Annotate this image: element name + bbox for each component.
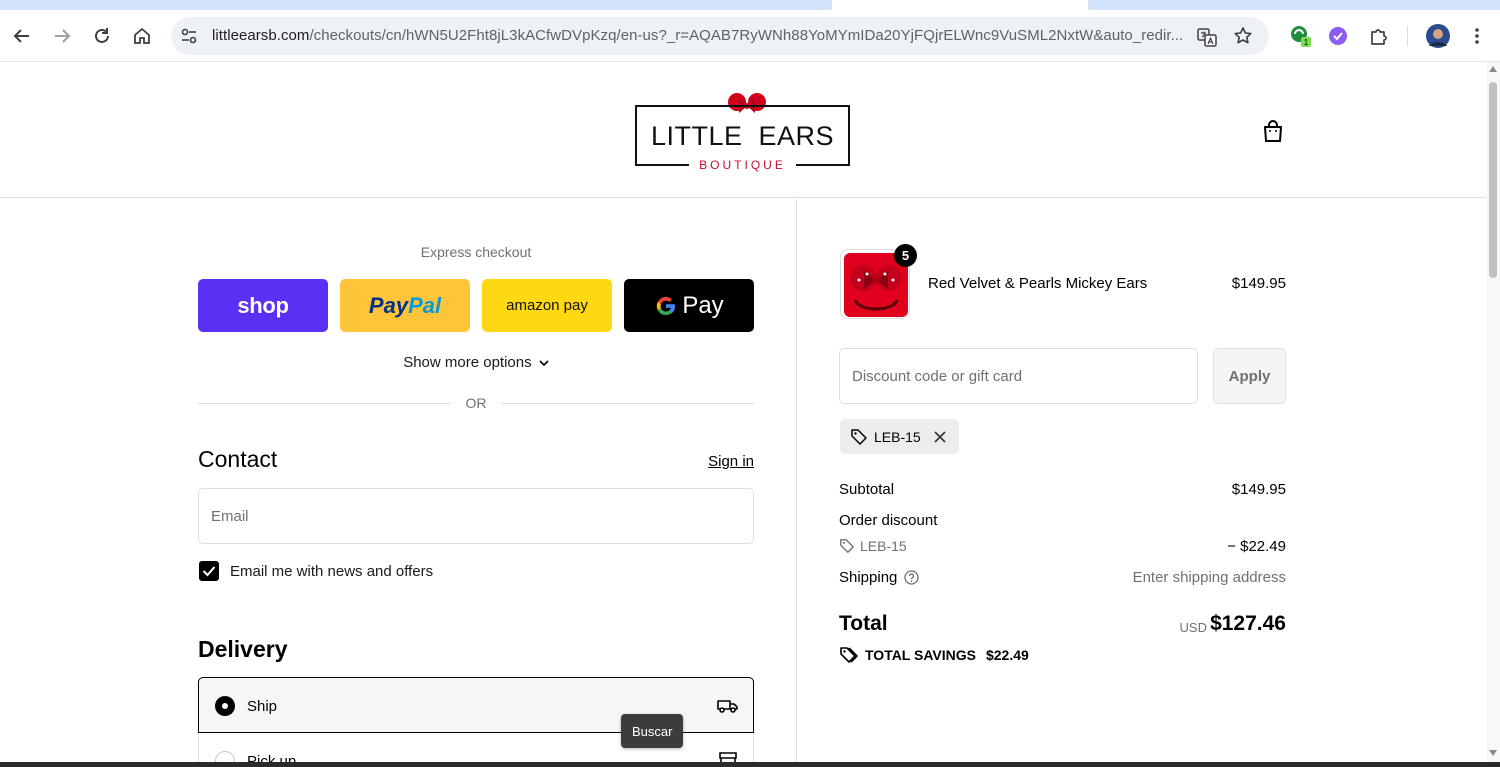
svg-text:1: 1 <box>1304 38 1309 47</box>
savings-tag-icon <box>840 647 858 663</box>
product-name: Red Velvet & Pearls Mickey Ears <box>928 275 1148 292</box>
scroll-up-arrow-icon[interactable] <box>1489 66 1497 72</box>
apply-button[interactable]: Apply <box>1213 348 1286 404</box>
discount-code-row: LEB-15 <box>839 538 907 554</box>
browser-menu-icon[interactable] <box>1463 22 1491 50</box>
shop-pay-button[interactable]: shop <box>198 279 328 332</box>
discount-input[interactable] <box>852 349 1185 403</box>
tab-inactive-left[interactable] <box>0 0 832 10</box>
help-question-icon[interactable] <box>904 570 920 585</box>
url-text[interactable]: littleearsb.com/checkouts/cn/hWN5U2Fht8j… <box>212 27 1183 44</box>
reload-icon[interactable] <box>88 22 116 50</box>
google-pay-label: Pay <box>682 291 724 319</box>
ship-label: Ship <box>247 698 278 715</box>
store-logo[interactable]: LITTLE EARS BOUTIQUE <box>635 88 850 174</box>
google-g-icon <box>657 296 676 315</box>
order-discount-label: Order discount <box>839 512 938 529</box>
chevron-down-icon <box>539 360 549 367</box>
tag-icon <box>851 428 867 445</box>
site-info-icon[interactable] <box>179 26 199 46</box>
show-more-options-button[interactable]: Show more options <box>198 354 754 371</box>
news-offers-label[interactable]: Email me with news and offers <box>230 563 433 580</box>
shipping-label: Shipping <box>839 569 898 586</box>
news-offers-checkbox[interactable] <box>199 561 219 581</box>
extensions-puzzle-icon[interactable] <box>1365 22 1393 50</box>
discount-tag-icon <box>840 539 854 553</box>
extension-purple-icon[interactable] <box>1324 22 1352 50</box>
discount-field[interactable] <box>839 348 1198 404</box>
email-field[interactable] <box>198 488 754 544</box>
search-tooltip: Buscar <box>621 714 684 748</box>
discount-code-label: LEB-15 <box>860 538 907 554</box>
sign-in-link[interactable]: Sign in <box>690 453 754 470</box>
address-bar[interactable]: littleearsb.com/checkouts/cn/hWN5U2Fht8j… <box>171 17 1269 55</box>
profile-avatar[interactable] <box>1424 22 1452 50</box>
paypal-button[interactable]: Pay Pal <box>340 279 470 332</box>
email-input[interactable] <box>211 489 741 543</box>
subtotal-value: $149.95 <box>1231 481 1286 498</box>
toolbar-separator <box>1407 26 1408 46</box>
cart-bag-icon[interactable] <box>1262 119 1284 143</box>
checkout-page: LITTLE EARS BOUTIQUE Express checkout sh… <box>0 62 1486 767</box>
savings-amount: $22.49 <box>985 647 1029 663</box>
window-bottom-edge <box>0 762 1500 767</box>
tab-active[interactable] <box>832 0 1088 10</box>
total-value: $127.46 <box>1210 612 1286 635</box>
contact-heading: Contact <box>198 446 278 472</box>
ship-radio[interactable] <box>215 696 235 716</box>
total-label: Total <box>839 612 888 635</box>
logo-subtitle: BOUTIQUE <box>689 158 796 172</box>
remove-code-close-icon[interactable] <box>933 430 947 444</box>
checkmark-icon <box>202 566 216 577</box>
bookmark-star-icon[interactable] <box>1232 25 1254 47</box>
scrollbar-thumb[interactable] <box>1489 82 1497 278</box>
column-divider <box>796 199 797 767</box>
paypal-label-a: Pay <box>368 292 409 318</box>
truck-icon <box>717 694 739 716</box>
back-icon[interactable] <box>8 22 36 50</box>
logo-title: LITTLE EARS <box>650 121 835 151</box>
scroll-down-arrow-icon[interactable] <box>1489 750 1497 756</box>
discount-amount: − $22.49 <box>1227 538 1286 555</box>
tab-strip <box>0 0 1500 10</box>
or-label: OR <box>465 395 487 411</box>
browser-toolbar: littleearsb.com/checkouts/cn/hWN5U2Fht8j… <box>0 10 1500 62</box>
extension-green-icon[interactable]: 1 <box>1287 22 1315 50</box>
subtotal-label: Subtotal <box>839 481 895 498</box>
product-price: $149.95 <box>1231 275 1286 292</box>
savings-label: TOTAL SAVINGS <box>865 647 976 663</box>
amazon-pay-label: amazon pay <box>506 297 588 314</box>
google-pay-button[interactable]: Pay <box>624 279 754 332</box>
translate-icon[interactable] <box>1196 26 1218 48</box>
page-scrollbar[interactable] <box>1486 62 1500 762</box>
delivery-heading: Delivery <box>198 636 288 662</box>
paypal-label-b: Pal <box>408 292 442 318</box>
home-icon[interactable] <box>128 22 156 50</box>
total-savings: TOTAL SAVINGS $22.49 <box>839 646 1029 664</box>
shipping-value: Enter shipping address <box>1132 569 1286 586</box>
express-checkout-label: Express checkout <box>420 244 532 260</box>
shipping-row: Shipping <box>839 569 920 586</box>
or-separator: OR <box>198 395 754 413</box>
applied-code-chip: LEB-15 <box>840 419 959 454</box>
quantity-badge: 5 <box>894 244 917 267</box>
amazon-pay-button[interactable]: amazon pay <box>482 279 612 332</box>
or-line-left <box>198 403 451 404</box>
or-line-right <box>501 403 754 404</box>
store-header: LITTLE EARS BOUTIQUE <box>0 62 1486 198</box>
url-host: littleearsb.com <box>212 27 310 44</box>
tab-inactive-right[interactable] <box>1088 0 1500 10</box>
applied-code-label: LEB-15 <box>874 428 921 445</box>
show-more-options-label: Show more options <box>403 354 532 371</box>
url-path: /checkouts/cn/hWN5U2Fht8jL3kACfwDVpKzq/e… <box>309 27 1184 44</box>
forward-icon[interactable] <box>48 22 76 50</box>
shop-pay-label: shop <box>237 292 289 318</box>
